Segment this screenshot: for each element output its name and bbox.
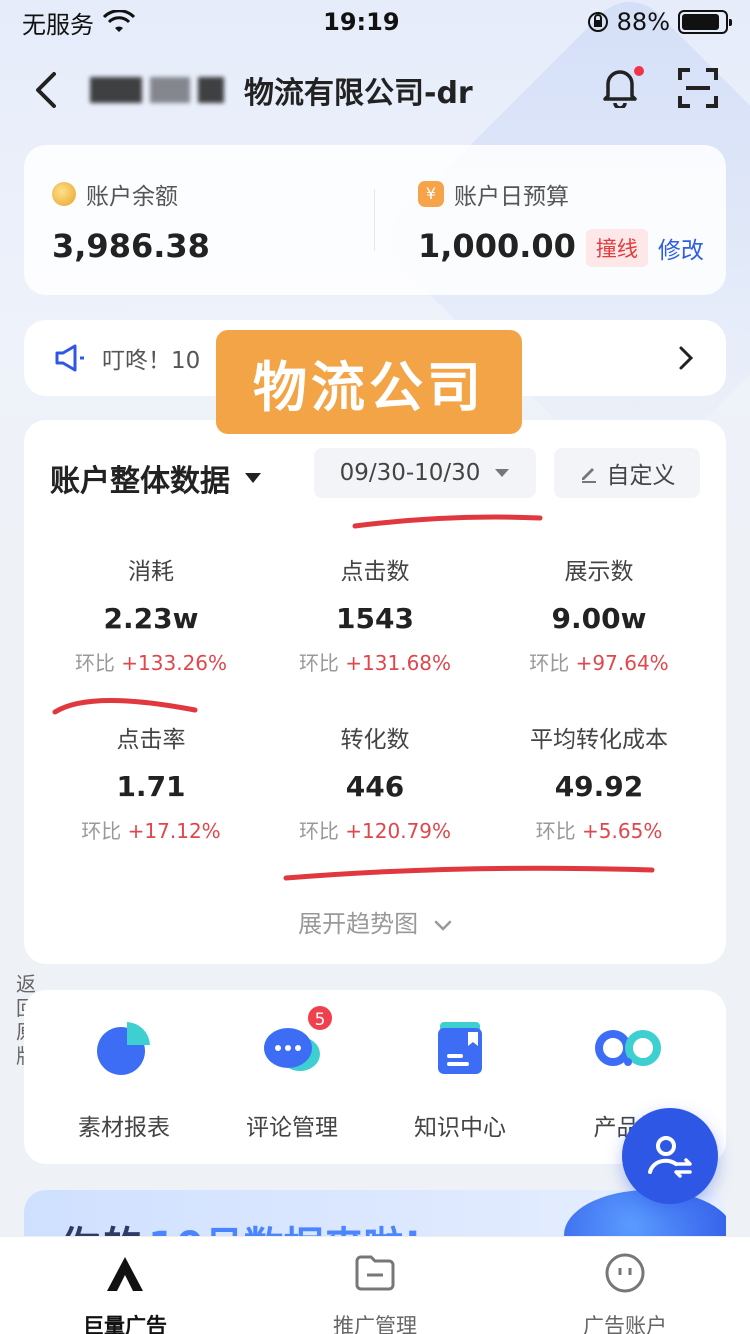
battery-icon (678, 10, 732, 34)
balance-label: 账户余额 (86, 184, 178, 210)
notice-text: 叮咚！10 (102, 348, 201, 374)
metric-cell[interactable]: 点击数 1543 环比 +131.68% (258, 552, 492, 676)
book-icon (438, 1022, 482, 1074)
metric-value: 1543 (336, 602, 414, 635)
tab-label: 广告账户 (583, 1314, 667, 1334)
switch-account-button[interactable] (622, 1108, 718, 1204)
expand-trend-button[interactable]: 展开趋势图 (24, 904, 726, 939)
tool-label: 知识中心 (414, 1115, 506, 1141)
metric-name: 点击数 (340, 559, 410, 585)
account-balance-card: 账户余额 3,986.38 ¥ 账户日预算 1,000.00 撞线 修改 (24, 145, 726, 295)
tab-promotion-management[interactable]: 推广管理 (295, 1251, 455, 1334)
hit-line-tag: 撞线 (585, 229, 648, 267)
metric-name: 点击率 (116, 727, 186, 753)
back-button[interactable] (32, 70, 72, 110)
orientation-lock-icon (587, 12, 608, 32)
metric-change: 环比 +131.68% (298, 651, 452, 675)
pie-chart-icon (97, 1022, 150, 1075)
user-switch-icon (648, 1136, 692, 1178)
tab-ad-account[interactable]: 广告账户 (545, 1251, 705, 1334)
budget-label: 账户日预算 (454, 184, 569, 210)
product-icon (595, 1030, 661, 1066)
metric-value: 9.00w (551, 602, 647, 635)
edit-budget-link[interactable]: 修改 (658, 238, 704, 264)
metric-value: 1.71 (116, 770, 186, 803)
pencil-icon (581, 468, 596, 483)
nav-bar: 物流有限公司-dr (0, 52, 750, 128)
chevron-left-icon (36, 72, 56, 108)
caret-down-icon (495, 469, 510, 477)
tool-item-comments[interactable]: 5 评论管理 (208, 1004, 376, 1142)
metric-name: 消耗 (128, 559, 174, 585)
metric-cell[interactable]: 消耗 2.23w 环比 +133.26% (34, 552, 268, 676)
metric-change: 环比 +17.12% (81, 819, 221, 843)
metric-cell[interactable]: 点击率 1.71 环比 +17.12% (34, 720, 268, 844)
account-face-icon (605, 1253, 645, 1293)
metric-cell[interactable]: 展示数 9.00w 环比 +97.64% (482, 552, 716, 676)
tool-label: 评论管理 (246, 1115, 338, 1141)
metric-change: 环比 +5.65% (535, 819, 663, 843)
custom-button[interactable]: 自定义 (554, 448, 700, 498)
yen-icon: ¥ (418, 181, 444, 207)
tool-label: 素材报表 (78, 1115, 170, 1141)
balance-value: 3,986.38 (52, 227, 210, 265)
date-range-selector[interactable]: 09/30-10/30 (314, 448, 536, 498)
page-title: 物流有限公司-dr (90, 68, 473, 112)
scan-icon (678, 68, 718, 108)
tool-item-knowledge-center[interactable]: 知识中心 (376, 1018, 544, 1142)
unread-badge: 5 (306, 1004, 334, 1032)
metric-cell[interactable]: 转化数 446 环比 +120.79% (258, 720, 492, 844)
overview-title: 账户整体数据 (50, 464, 230, 499)
chevron-right-icon (679, 346, 694, 370)
chevron-down-icon (434, 920, 452, 931)
metric-change: 环比 +120.79% (298, 819, 452, 843)
redacted-block (90, 77, 142, 103)
custom-label: 自定义 (606, 463, 676, 489)
clock: 19:19 (323, 8, 400, 36)
watermark-label: 物流公司 (216, 330, 522, 434)
tab-ocean-engine[interactable]: 巨量广告 (45, 1251, 205, 1334)
battery-percent: 88% (616, 8, 670, 36)
divider (374, 189, 375, 251)
metric-name: 平均转化成本 (530, 727, 668, 753)
tab-label: 推广管理 (333, 1314, 417, 1334)
megaphone-icon (55, 344, 84, 372)
status-bar: 无服务 19:19 88% (0, 0, 750, 44)
metric-name: 展示数 (564, 559, 634, 585)
metric-value: 446 (345, 770, 405, 803)
tool-item-material-report[interactable]: 素材报表 (40, 1018, 208, 1142)
redacted-block (150, 77, 190, 103)
metric-change: 环比 +97.64% (529, 651, 669, 675)
company-name: 物流有限公司-dr (244, 76, 473, 111)
tab-bar: 巨量广告 推广管理 广告账户 (0, 1236, 750, 1334)
wifi-icon (102, 10, 136, 32)
metric-value: 49.92 (554, 770, 644, 803)
budget-section: ¥ 账户日预算 1,000.00 撞线 修改 (418, 177, 704, 267)
metric-change: 环比 +133.26% (74, 651, 228, 675)
carrier-text: 无服务 (22, 10, 94, 39)
notification-button[interactable] (600, 64, 646, 110)
caret-down-icon (245, 473, 261, 483)
ocean-engine-logo-icon (107, 1257, 143, 1291)
metric-value: 2.23w (103, 602, 199, 635)
tools-grid: 素材报表 5 评论管理 知识中心 产品管 (24, 990, 726, 1164)
folder-icon (355, 1255, 395, 1291)
expand-label: 展开趋势图 (298, 910, 419, 938)
overview-dropdown[interactable]: 账户整体数据 (50, 456, 262, 500)
date-range-text: 09/30-10/30 (339, 460, 481, 486)
account-overview-card: 账户整体数据 09/30-10/30 自定义 消耗 2.23w 环比 +133.… (24, 420, 726, 964)
coin-icon (52, 182, 76, 206)
balance-section: 账户余额 3,986.38 (52, 177, 210, 265)
budget-value: 1,000.00 (418, 227, 576, 265)
metric-cell[interactable]: 平均转化成本 49.92 环比 +5.65% (482, 720, 716, 844)
metric-name: 转化数 (340, 727, 410, 753)
redacted-block (198, 77, 224, 103)
scan-button[interactable] (676, 66, 720, 110)
tab-label: 巨量广告 (83, 1314, 167, 1334)
notification-dot (634, 66, 644, 76)
